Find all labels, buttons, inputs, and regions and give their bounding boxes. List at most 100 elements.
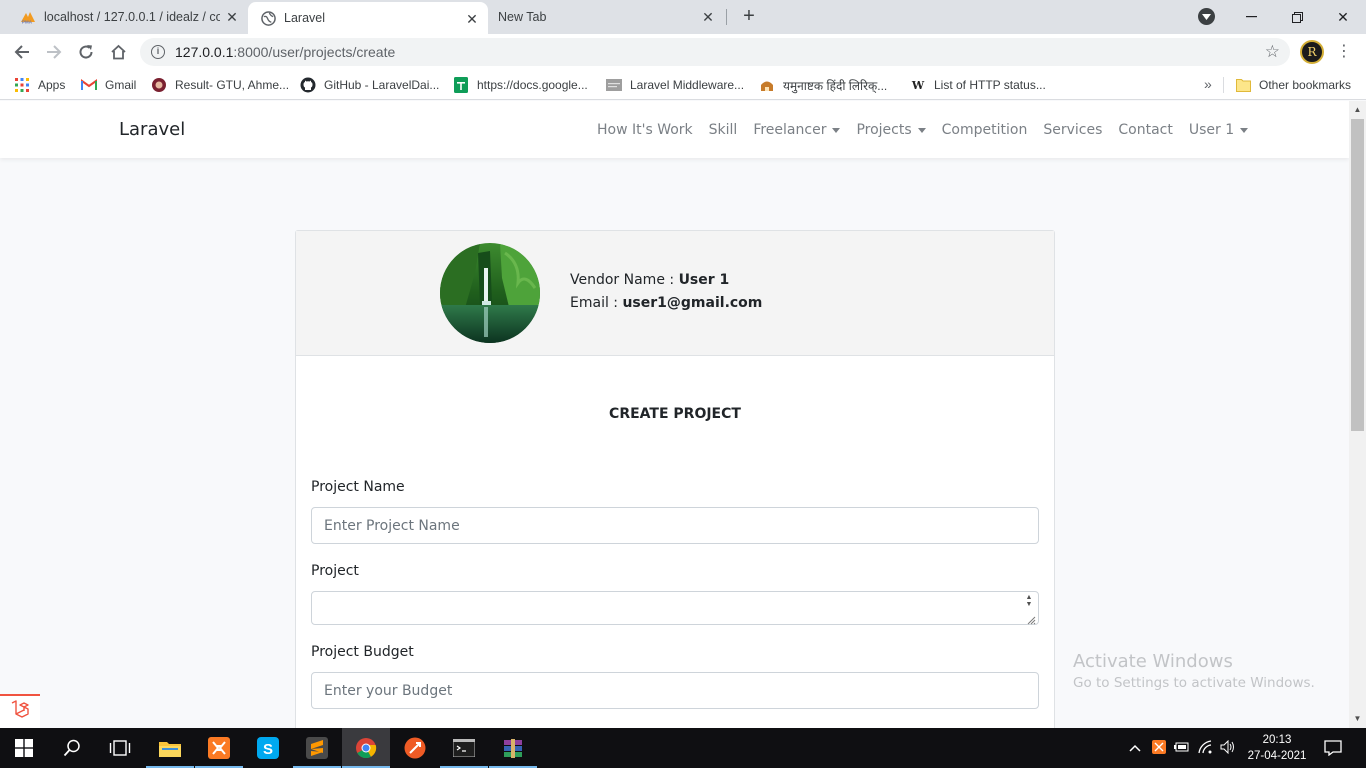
page-scrollbar[interactable]: ▲ ▼	[1349, 101, 1366, 728]
bookmark-gmail[interactable]: Gmail	[81, 76, 136, 94]
restore-icon[interactable]	[1274, 0, 1320, 34]
more-bookmarks-chevron-icon[interactable]: »	[1204, 76, 1212, 92]
bookmark-star-icon[interactable]: ☆	[1265, 43, 1280, 61]
bookmark-label: https://docs.google...	[477, 78, 588, 92]
wikipedia-icon: W	[911, 78, 925, 92]
bookmark-google-docs[interactable]: https://docs.google...	[453, 76, 588, 94]
nav-label: Skill	[708, 122, 738, 138]
nav-projects[interactable]: Projects	[848, 122, 933, 138]
nav-how-its-work[interactable]: How It's Work	[589, 122, 701, 138]
bookmark-label: Gmail	[105, 78, 137, 92]
battery-icon[interactable]	[1174, 741, 1190, 756]
bookmark-divider	[1223, 77, 1224, 93]
bookmark-laravel-middleware[interactable]: Laravel Middleware...	[606, 76, 744, 94]
nav-contact[interactable]: Contact	[1110, 122, 1180, 138]
start-icon[interactable]	[0, 728, 48, 768]
watermark-title: Activate Windows	[1073, 651, 1233, 672]
tab-new-tab[interactable]: New Tab ✕	[488, 0, 724, 34]
github-icon	[300, 77, 316, 93]
menu-kebab-icon[interactable]: ⋮	[1334, 42, 1354, 62]
project-budget-placeholder: Enter your Budget	[324, 682, 453, 699]
bookmark-label: GitHub - LaravelDai...	[324, 78, 440, 92]
tab-phpmyadmin[interactable]: PMA localhost / 127.0.0.1 / idealz / co …	[12, 0, 248, 34]
home-icon[interactable]	[106, 40, 130, 64]
spin-arrows-icon[interactable]: ▲ ▼	[1023, 594, 1035, 608]
bookmark-http-status[interactable]: W List of HTTP status...	[910, 76, 1046, 94]
close-window-icon[interactable]: ✕	[1320, 0, 1366, 34]
nav-label: Services	[1043, 122, 1103, 138]
nav-services[interactable]: Services	[1035, 122, 1110, 138]
bookmark-apps[interactable]: Apps	[14, 76, 65, 94]
chrome-icon[interactable]	[342, 728, 390, 768]
xampp-tray-icon[interactable]	[1152, 739, 1166, 757]
nav-competition[interactable]: Competition	[934, 122, 1036, 138]
gmail-icon	[81, 77, 97, 93]
page-viewport: Laravel How It's Work Skill Freelancer P…	[0, 101, 1349, 728]
scrollbar-thumb[interactable]	[1351, 119, 1364, 431]
laravel-debug-badge[interactable]	[0, 694, 40, 728]
reload-icon[interactable]	[74, 40, 98, 64]
tab-title: Laravel	[284, 11, 325, 25]
site-nav-links: How It's Work Skill Freelancer Projects …	[589, 122, 1256, 138]
search-icon[interactable]	[48, 728, 96, 768]
nav-skill[interactable]: Skill	[701, 122, 746, 138]
winrar-icon[interactable]	[489, 728, 537, 768]
resize-grip-icon[interactable]	[1026, 612, 1036, 625]
scroll-down-icon[interactable]: ▼	[1349, 712, 1366, 726]
folder-icon	[1235, 77, 1251, 93]
close-icon[interactable]: ✕	[224, 9, 240, 25]
terminal-icon[interactable]	[440, 728, 488, 768]
site-brand[interactable]: Laravel	[119, 119, 185, 140]
taskbar-clock[interactable]: 20:13 27-04-2021	[1244, 732, 1310, 764]
bookmarks-bar: Apps Gmail Result- GTU, Ahme... GitHub -…	[0, 70, 1366, 100]
postman-icon[interactable]	[391, 728, 439, 768]
svg-text:PMA: PMA	[22, 20, 33, 25]
wifi-icon[interactable]	[1198, 739, 1214, 757]
volume-icon[interactable]	[1220, 739, 1236, 757]
bookmark-label: Other bookmarks	[1259, 78, 1352, 92]
browser-tab-strip: PMA localhost / 127.0.0.1 / idealz / co …	[0, 0, 1366, 34]
vendor-avatar	[440, 243, 540, 343]
form-title: CREATE PROJECT	[609, 406, 741, 422]
skype-icon[interactable]: S	[244, 728, 292, 768]
bookmark-hindi-lyrics[interactable]: यमुनाष्टक हिंदी लिरिक्...	[759, 76, 887, 94]
close-icon[interactable]: ✕	[464, 11, 480, 27]
project-name-label: Project Name	[311, 479, 405, 495]
close-icon[interactable]: ✕	[700, 9, 716, 25]
nav-freelancer[interactable]: Freelancer	[745, 122, 848, 138]
minimize-icon[interactable]	[1228, 0, 1274, 34]
project-textarea[interactable]: ▲ ▼	[311, 591, 1039, 625]
project-budget-label: Project Budget	[311, 644, 414, 660]
xampp-icon[interactable]	[195, 728, 243, 768]
bookmark-github[interactable]: GitHub - LaravelDai...	[300, 76, 439, 94]
address-bar[interactable]: i 127.0.0.1:8000/user/projects/create ☆	[140, 38, 1290, 66]
caret-down-icon	[1240, 127, 1249, 133]
notification-icon[interactable]	[1310, 728, 1356, 768]
forward-arrow-icon[interactable]	[42, 40, 66, 64]
task-view-icon[interactable]	[96, 728, 144, 768]
bookmark-label: List of HTTP status...	[934, 78, 1046, 92]
project-name-input[interactable]: Enter Project Name	[311, 507, 1039, 544]
tray-chevron-up-icon[interactable]	[1128, 741, 1142, 755]
info-icon[interactable]: i	[151, 45, 165, 59]
nav-user-menu[interactable]: User 1	[1181, 122, 1256, 138]
tab-divider	[726, 9, 727, 25]
tab-search-icon[interactable]	[1198, 8, 1215, 25]
profile-avatar[interactable]: R	[1300, 40, 1324, 64]
project-budget-input[interactable]: Enter your Budget	[311, 672, 1039, 709]
phpmyadmin-icon: PMA	[20, 9, 36, 25]
bookmark-gtu-result[interactable]: Result- GTU, Ahme...	[151, 76, 289, 94]
new-tab-plus-icon[interactable]: +	[738, 5, 760, 27]
tab-laravel[interactable]: Laravel ✕	[248, 2, 488, 34]
vendor-email-value: user1@gmail.com	[622, 295, 763, 311]
url-path: :8000/user/projects/create	[233, 44, 396, 60]
page-icon	[606, 77, 622, 93]
bookmark-other[interactable]: Other bookmarks	[1235, 76, 1351, 94]
sublime-text-icon[interactable]	[293, 728, 341, 768]
scroll-up-icon[interactable]: ▲	[1349, 103, 1366, 117]
file-explorer-icon[interactable]	[146, 728, 194, 768]
project-name-placeholder: Enter Project Name	[324, 517, 460, 534]
back-arrow-icon[interactable]	[10, 40, 34, 64]
browser-toolbar: i 127.0.0.1:8000/user/projects/create ☆ …	[0, 34, 1366, 70]
nav-label: Freelancer	[753, 122, 827, 138]
